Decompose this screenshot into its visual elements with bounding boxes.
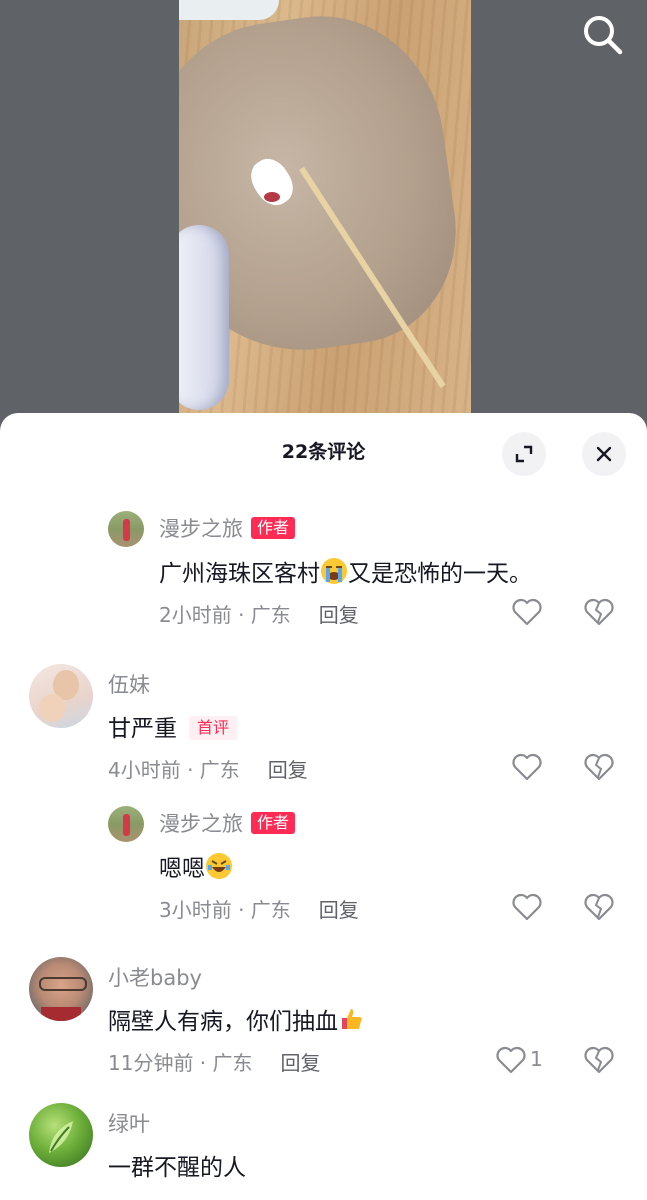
like-count: 1	[530, 1047, 543, 1071]
heart-icon[interactable]	[495, 1045, 527, 1075]
author-tag: 作者	[251, 812, 296, 834]
comment-text: 甘严重	[108, 716, 177, 742]
close-button[interactable]	[582, 432, 626, 476]
broken-heart-icon[interactable]	[583, 752, 615, 782]
comment-text: 隔壁人有病，你们抽血	[108, 1009, 338, 1035]
comment-author-name[interactable]: 漫步之旅	[159, 812, 243, 836]
reply-button[interactable]: 回复	[281, 1051, 321, 1075]
avatar[interactable]	[29, 1103, 93, 1167]
comment-time: 3小时前 · 广东	[159, 898, 291, 922]
comments-sheet: 22条评论 漫步之旅 作者 广州海珠区客村 又是恐怖的一天。 2小时前 · 广东 回复	[0, 413, 647, 1200]
comment-author-name[interactable]: 漫步之旅	[159, 517, 243, 541]
broken-heart-icon[interactable]	[583, 1045, 615, 1075]
blood-spot	[264, 192, 280, 202]
comment-author-name[interactable]: 小老baby	[108, 962, 202, 992]
expand-icon	[515, 445, 533, 463]
bowl-edge	[179, 0, 279, 20]
comment-text: 广州海珠区客村 又是恐怖的一天。	[159, 554, 532, 588]
reply-button[interactable]: 回复	[268, 758, 308, 782]
avatar[interactable]	[108, 806, 144, 842]
avatar[interactable]	[29, 664, 93, 728]
reply-button[interactable]: 回复	[319, 603, 359, 627]
first-comment-tag: 首评	[189, 716, 238, 740]
heart-icon[interactable]	[511, 597, 543, 627]
rolling-on-floor-laughing-icon	[206, 853, 232, 879]
heart-icon[interactable]	[511, 752, 543, 782]
comment-author-name[interactable]: 伍妹	[108, 669, 150, 699]
comment-time: 2小时前 · 广东	[159, 603, 291, 627]
broken-heart-icon[interactable]	[583, 892, 615, 922]
thumbs-up-icon	[339, 1006, 365, 1032]
avatar[interactable]	[29, 957, 93, 1021]
comment-time: 4小时前 · 广东	[108, 758, 240, 782]
jade-bracelet	[179, 225, 229, 410]
search-icon[interactable]	[580, 12, 626, 58]
author-tag: 作者	[251, 517, 296, 539]
avatar[interactable]	[108, 511, 144, 547]
comment-time: 11分钟前 · 广东	[108, 1051, 253, 1075]
comment-text: 嗯嗯	[159, 856, 205, 882]
close-icon	[596, 446, 612, 462]
comments-title: 22条评论	[281, 441, 366, 463]
comment-text: 一群不醒的人	[108, 1155, 246, 1181]
comment-author-name[interactable]: 绿叶	[108, 1108, 150, 1138]
expand-button[interactable]	[502, 432, 546, 476]
heart-icon[interactable]	[511, 892, 543, 922]
video-frame[interactable]	[179, 0, 471, 430]
broken-heart-icon[interactable]	[583, 597, 615, 627]
loudly-crying-face-icon	[321, 558, 347, 584]
reply-button[interactable]: 回复	[319, 898, 359, 922]
